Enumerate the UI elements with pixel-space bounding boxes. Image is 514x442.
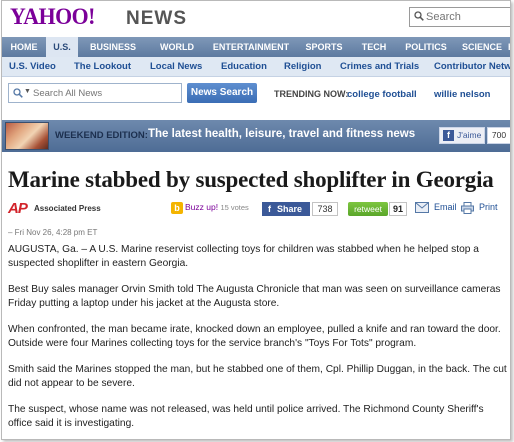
- buzz-votes: 15 votes: [220, 203, 249, 212]
- banner-label: WEEKEND EDITION:: [55, 130, 148, 141]
- subnav-local-news[interactable]: Local News: [150, 61, 202, 72]
- facebook-icon: f: [443, 130, 454, 141]
- facebook-like-button[interactable]: f J'aime: [439, 127, 485, 144]
- article-body: AUGUSTA, Ga. – A U.S. Marine reservist c…: [8, 243, 508, 439]
- search-icon: [414, 11, 424, 21]
- header: YAHOO! NEWS: [2, 1, 510, 33]
- tab-science[interactable]: SCIENCE: [456, 37, 508, 57]
- retweet-count: 91: [389, 202, 407, 216]
- primary-nav: HOME U.S. BUSINESS WORLD ENTERTAINMENT S…: [2, 37, 510, 57]
- share-count: 738: [312, 202, 338, 216]
- subnav-us-video[interactable]: U.S. Video: [9, 61, 56, 72]
- print-link[interactable]: Print: [461, 202, 498, 214]
- trending-item-willie-nelson[interactable]: willie nelson: [434, 89, 491, 100]
- article-title: Marine stabbed by suspected shoplifter i…: [8, 167, 494, 192]
- article-paragraph: Best Buy sales manager Orvin Smith told …: [8, 284, 501, 309]
- banner-headline[interactable]: The latest health, leisure, travel and f…: [148, 128, 415, 140]
- tab-overflow[interactable]: H: [508, 37, 510, 57]
- subnav-contributor-network[interactable]: Contributor Netwo: [434, 61, 510, 72]
- tab-entertainment[interactable]: ENTERTAINMENT: [206, 37, 296, 57]
- chevron-down-icon[interactable]: ▼: [24, 88, 31, 95]
- subnav-religion[interactable]: Religion: [284, 61, 321, 72]
- facebook-share-button[interactable]: f Share: [262, 202, 310, 216]
- site-search-input[interactable]: [426, 9, 510, 25]
- like-label: J'aime: [457, 130, 482, 140]
- email-label: Email: [434, 202, 457, 212]
- search-icon: [13, 88, 23, 98]
- yahoo-logo[interactable]: YAHOO!: [10, 4, 95, 30]
- article-paragraph: When confronted, the man became irate, k…: [8, 324, 501, 349]
- news-search-box[interactable]: ▼: [8, 83, 182, 103]
- article-paragraph: Smith said the Marines stopped the man, …: [8, 364, 507, 389]
- retweet-button[interactable]: retweet: [348, 202, 388, 216]
- browser-frame: YAHOO! NEWS HOME U.S. BUSINESS WORLD ENT…: [1, 0, 511, 440]
- buzz-label: Buzz up!: [185, 202, 219, 212]
- trending-label: TRENDING NOW:: [274, 89, 349, 99]
- email-icon: [415, 202, 429, 213]
- tab-us[interactable]: U.S.: [46, 37, 78, 57]
- news-search-input[interactable]: [33, 85, 179, 101]
- tab-world[interactable]: WORLD: [148, 37, 206, 57]
- subnav-crimes-and-trials[interactable]: Crimes and Trials: [340, 61, 419, 72]
- tab-home[interactable]: HOME: [2, 37, 46, 57]
- facebook-icon: f: [268, 204, 271, 214]
- ap-logo: AP: [8, 200, 28, 217]
- article-byline: AP Associated Press b Buzz up! 15 votes f…: [8, 200, 508, 218]
- email-link[interactable]: Email: [415, 202, 457, 213]
- news-search-button[interactable]: News Search: [187, 83, 257, 103]
- news-section-title[interactable]: NEWS: [126, 8, 187, 30]
- source-name[interactable]: Associated Press: [34, 204, 101, 213]
- article-paragraph: AUGUSTA, Ga. – A U.S. Marine reservist c…: [8, 244, 479, 269]
- tab-sports[interactable]: SPORTS: [296, 37, 352, 57]
- trending-item-college-football[interactable]: college football: [347, 89, 417, 100]
- subnav-the-lookout[interactable]: The Lookout: [74, 61, 131, 72]
- banner-thumbnail[interactable]: [5, 122, 49, 150]
- weekend-edition-banner[interactable]: WEEKEND EDITION: The latest health, leis…: [2, 120, 510, 152]
- tab-politics[interactable]: POLITICS: [396, 37, 456, 57]
- news-search-row: ▼ News Search TRENDING NOW: college foot…: [2, 79, 510, 109]
- article-paragraph: The suspect, whose name was not released…: [8, 404, 484, 429]
- print-icon: [461, 202, 474, 214]
- like-count: 700: [487, 127, 510, 144]
- buzz-icon: b: [171, 202, 183, 214]
- site-search-box[interactable]: [409, 7, 510, 27]
- secondary-nav: U.S. Video The Lookout Local News Educat…: [2, 57, 510, 77]
- buzz-up-button[interactable]: b Buzz up! 15 votes: [171, 202, 249, 216]
- article-dateline: – Fri Nov 26, 4:28 pm ET: [8, 228, 98, 237]
- subnav-education[interactable]: Education: [221, 61, 267, 72]
- share-label: Share: [277, 204, 303, 214]
- tab-tech[interactable]: TECH: [352, 37, 396, 57]
- tab-business[interactable]: BUSINESS: [78, 37, 148, 57]
- print-label: Print: [479, 202, 498, 212]
